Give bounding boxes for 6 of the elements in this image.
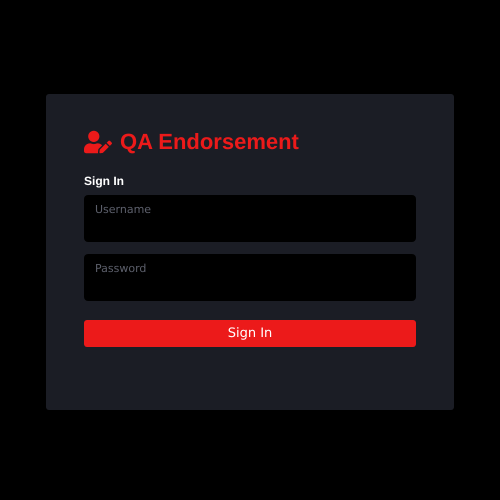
user-edit-icon xyxy=(84,130,112,154)
input-field[interactable]: Username xyxy=(84,195,416,242)
app-title: QA Endorsement xyxy=(120,131,299,153)
input-field[interactable]: Password xyxy=(84,254,416,301)
form-heading: Sign In xyxy=(84,175,125,187)
sign-in-button[interactable]: Sign In xyxy=(84,320,416,347)
